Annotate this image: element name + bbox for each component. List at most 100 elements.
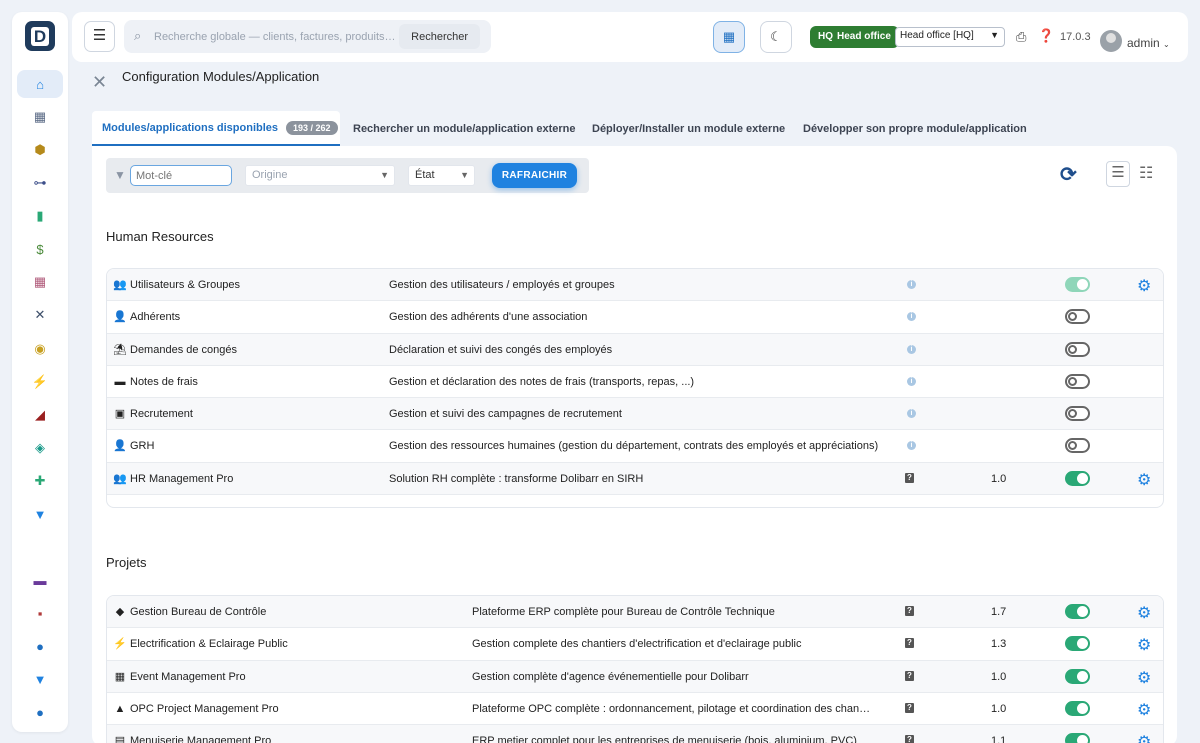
module-name: Event Management Pro (130, 670, 246, 683)
sidebar-item-plus[interactable]: ✚ (17, 467, 63, 495)
keyword-input[interactable] (130, 165, 232, 186)
sidebar-item-pin[interactable]: ◢ (17, 401, 63, 429)
dark-mode-button[interactable]: ☾ (760, 21, 792, 53)
gear-icon[interactable]: ⚙ (1137, 635, 1151, 655)
user-menu[interactable]: admin ⌄ (1127, 36, 1170, 50)
tab-available-modules[interactable]: Modules/applications disponibles 193 / 2… (92, 111, 340, 146)
sidebar-item-flask[interactable]: ● (17, 632, 63, 660)
module-toggle[interactable] (1065, 277, 1090, 292)
sidebar-item-eye[interactable]: ◉ (17, 335, 63, 363)
module-toggle[interactable] (1065, 636, 1090, 652)
help-icon[interactable]: ? (905, 735, 914, 743)
grid-list-icon: ☷ (1139, 165, 1154, 182)
global-search: ⌕ Rechercher (124, 20, 491, 53)
tab-label: Rechercher un module/application externe (353, 122, 576, 135)
sidebar-item-tree[interactable]: ⊶ (17, 169, 63, 197)
entity-select[interactable]: Head office [HQ] ▼ (895, 27, 1005, 47)
module-description: ERP metier complet pour les entreprises … (472, 735, 857, 743)
info-icon[interactable]: i (907, 280, 916, 289)
list-view-button[interactable]: ☰ (1106, 161, 1130, 187)
sidebar-item-home[interactable]: ⌂ (17, 70, 63, 98)
sidebar-item-invoice[interactable]: $ (17, 235, 63, 263)
calendar-icon: ▦ (33, 274, 47, 289)
module-row: ▤ Menuiserie Management Pro ERP metier com… (107, 725, 1163, 743)
sidebar-item-calendar2[interactable]: ▬ (17, 566, 63, 594)
tab-deploy-external[interactable]: Déployer/Installer un module externe (582, 111, 795, 146)
gear-icon[interactable]: ⚙ (1137, 700, 1151, 720)
module-toggle[interactable] (1065, 733, 1090, 743)
refresh-button[interactable]: RAFRAICHIR (492, 163, 577, 188)
reload-icon[interactable]: ⟳ (1060, 162, 1077, 187)
module-name: Adhérents (130, 311, 181, 324)
sidebar-item-bolt[interactable]: ⚡ (17, 368, 63, 396)
help-icon[interactable]: ? (905, 638, 914, 649)
apps-grid-button[interactable]: ▦ (713, 21, 745, 53)
info-icon[interactable]: i (907, 312, 916, 322)
state-select[interactable]: État ▼ (408, 165, 475, 186)
help-icon[interactable]: ? (905, 670, 914, 681)
dolibarr-logo[interactable]: D (25, 21, 55, 51)
module-toggle[interactable] (1065, 668, 1090, 684)
menu-toggle-button[interactable]: ☰ (84, 21, 115, 52)
grid-view-button[interactable]: ☷ (1139, 163, 1153, 183)
expense-icon: ▬ (114, 375, 126, 388)
gear-icon[interactable]: ⚙ (1137, 603, 1151, 623)
info-icon[interactable]: i (907, 441, 916, 451)
sidebar-item-funnel[interactable]: ▼ (17, 665, 63, 693)
search-button[interactable]: Rechercher (399, 24, 480, 49)
origin-select[interactable]: Origine ▼ (245, 165, 395, 186)
sidebar-item-company[interactable]: ▦ (17, 103, 63, 131)
calendar2-icon: ▬ (33, 572, 47, 588)
sidebar: D ⌂ ▦ ⬢ ⊶ ▮ $ ▦ ✕ ◉ ⚡ ◢ ◈ ✚ ▼ ▬ ▪ ● ▼ ● (12, 12, 68, 732)
module-toggle[interactable] (1065, 470, 1090, 486)
tab-develop-module[interactable]: Développer son propre module/application (793, 111, 1037, 146)
module-description: Gestion des utilisateurs / employés et g… (389, 279, 615, 291)
help-icon[interactable]: ? (905, 702, 914, 713)
info-icon[interactable]: i (907, 409, 916, 419)
module-name: Utilisateurs & Groupes (130, 279, 241, 291)
gear-icon[interactable]: ⚙ (1137, 276, 1151, 296)
module-toggle[interactable] (1065, 373, 1090, 389)
search-input[interactable] (154, 27, 394, 46)
module-version: 1.3 (991, 638, 1007, 651)
sidebar-item-product[interactable]: ⬢ (17, 136, 63, 164)
gear-icon[interactable]: ⚙ (1137, 668, 1151, 688)
module-row: ▬ Notes de frais Gestion et déclaration de… (107, 366, 1163, 399)
page-title: Configuration Modules/Application (122, 69, 320, 84)
module-description: Solution RH complète : transforme Doliba… (389, 472, 644, 485)
gear-icon[interactable]: ⚙ (1137, 470, 1151, 490)
help-icon[interactable]: ? (905, 472, 914, 483)
bolt-icon: ⚡ (31, 374, 49, 389)
tab-search-external[interactable]: Rechercher un module/application externe (343, 111, 586, 146)
entity-select-value: Head office [HQ] (900, 30, 974, 41)
sidebar-item-calendar[interactable]: ▦ (17, 268, 63, 296)
sidebar-item-filter[interactable]: ▼ (17, 500, 63, 528)
module-count-badge: 193 / 262 (286, 120, 338, 135)
sidebar-item-gift[interactable]: ▪ (17, 599, 63, 627)
print-icon[interactable]: ⎙ (1016, 29, 1026, 45)
info-icon[interactable]: i (907, 344, 916, 354)
help-icon[interactable]: ? (905, 606, 914, 616)
help-icon[interactable]: ❓ (1038, 28, 1054, 44)
sidebar-item-tools[interactable]: ✕ (17, 301, 63, 329)
eye-icon: ◉ (34, 341, 46, 356)
module-version: 1.0 (991, 670, 1007, 683)
chevron-down-icon: ▼ (380, 170, 389, 180)
tab-label: Déployer/Installer un module externe (592, 122, 786, 135)
info-icon[interactable]: i (907, 376, 916, 386)
filter-icon: ▼ (33, 506, 47, 522)
sidebar-item-cloud[interactable]: ● (17, 698, 63, 726)
module-toggle[interactable] (1065, 406, 1090, 422)
sidebar-item-shield[interactable]: ◈ (17, 434, 63, 462)
pin-icon: ◢ (35, 407, 45, 422)
avatar[interactable] (1100, 30, 1122, 52)
sidebar-item-briefcase[interactable]: ▮ (17, 202, 63, 230)
module-toggle[interactable] (1065, 438, 1090, 454)
module-toggle[interactable] (1065, 341, 1090, 357)
module-toggle[interactable] (1065, 700, 1090, 716)
gear-icon[interactable]: ⚙ (1137, 732, 1151, 743)
module-toggle[interactable] (1065, 309, 1090, 325)
home-icon: ⌂ (36, 76, 44, 92)
module-description: Déclaration et suivi des congés des empl… (389, 343, 613, 356)
module-toggle[interactable] (1065, 604, 1090, 619)
